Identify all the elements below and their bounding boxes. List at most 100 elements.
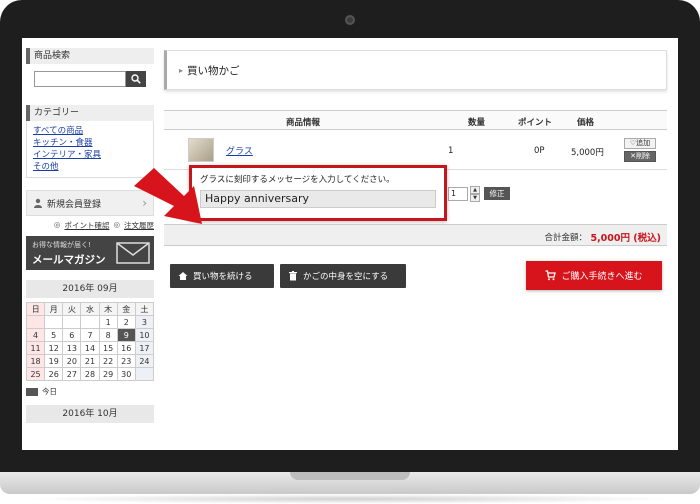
calendar-day	[44, 315, 64, 329]
search-input[interactable]	[34, 71, 126, 87]
calendar-week: 25 26 27 28 29 30	[25, 367, 155, 381]
search-row	[34, 71, 154, 87]
cart-icon	[545, 270, 557, 281]
calendar-day: 13	[62, 341, 82, 355]
category-link-interior[interactable]: インテリア・家具	[33, 149, 153, 161]
calendar-week: 4 5 6 7 8 9 10	[25, 328, 155, 342]
add-button[interactable]: ♡追加	[624, 138, 656, 149]
calendar-day: 7	[80, 328, 100, 342]
laptop-notch	[290, 472, 410, 480]
calendar-title: 2016年 09月	[26, 280, 154, 298]
total-value: 5,000円 (税込)	[590, 233, 661, 244]
item-quantity: 1	[448, 146, 454, 156]
legend-today-label: 今日	[42, 387, 57, 396]
calendar-day: 3	[134, 315, 155, 329]
weekday: 水	[80, 302, 100, 316]
bullet-icon: ◎	[113, 220, 120, 229]
total-bar: 合計金額： 5,000円 (税込)	[164, 224, 667, 246]
product-name-link[interactable]: グラス	[226, 144, 253, 157]
clear-cart-button[interactable]: かごの中身を空にする	[280, 264, 406, 288]
calendar-day: 17	[134, 341, 155, 355]
calendar-day	[80, 315, 100, 329]
weekday: 土	[134, 302, 155, 316]
trash-icon	[289, 271, 297, 281]
continue-shopping-label: 買い物を続ける	[193, 272, 253, 282]
checkout-label: ご購入手続きへ進む	[561, 272, 643, 282]
update-quantity-button[interactable]: 修正	[484, 187, 510, 200]
red-arrow-icon	[134, 168, 202, 224]
calendar-day: 30	[116, 367, 136, 381]
calendar-week: 18 19 20 21 22 23 24	[25, 354, 155, 368]
user-icon	[34, 198, 42, 208]
col-qty-header: 数量	[468, 118, 486, 128]
calendar-day: 6	[62, 328, 82, 342]
engraving-message-label: グラスに刻印するメッセージを入力してください。	[200, 175, 395, 185]
weekday: 日	[25, 302, 46, 316]
home-icon	[178, 272, 188, 280]
quantity-stepper[interactable]: 1	[448, 187, 468, 201]
calendar-day: 5	[44, 328, 64, 342]
col-point-header: ポイント	[518, 118, 553, 128]
spin-up-icon[interactable]: ▲	[470, 186, 480, 194]
search-heading: 商品検索	[26, 48, 154, 64]
calendar-weekdays: 日 月 火 水 木 金 土	[25, 302, 155, 316]
calendar: 日 月 火 水 木 金 土 1 2 3 4 5 6 7 8 9 10 11 12…	[25, 302, 155, 381]
bullet-icon: ◎	[53, 220, 61, 229]
category-link-all[interactable]: すべての商品	[33, 125, 153, 137]
calendar-day: 18	[25, 354, 46, 368]
envelope-icon	[116, 242, 150, 264]
point-link[interactable]: ポイント確認	[64, 220, 109, 231]
weekday: 月	[44, 302, 64, 316]
quantity-spinner: ▲ ▼	[470, 186, 480, 202]
screen: 商品検索 カテゴリー すべての商品 キッチン・食器 インテリア・家具 その他 新…	[22, 38, 678, 450]
item-price: 5,000円	[571, 148, 604, 158]
checkout-button[interactable]: ご購入手続きへ進む	[526, 261, 662, 290]
product-thumbnail[interactable]	[188, 138, 214, 162]
calendar-day: 12	[44, 341, 64, 355]
calendar-day: 4	[25, 328, 46, 342]
delete-label: 削除	[635, 152, 650, 160]
calendar-day: 15	[98, 341, 118, 355]
category-heading: カテゴリー	[26, 105, 154, 121]
clear-cart-label: かごの中身を空にする	[303, 272, 389, 282]
engraving-message-input[interactable]: Happy anniversary	[200, 190, 436, 208]
calendar-day: 22	[98, 354, 118, 368]
calendar-day-today: 9	[116, 328, 136, 342]
calendar-day: 29	[98, 367, 118, 381]
item-points: 0P	[534, 146, 545, 156]
calendar-day: 1	[98, 315, 118, 329]
add-label: 追加	[636, 139, 651, 147]
total-label: 合計金額：	[544, 233, 587, 243]
calendar-day: 27	[62, 367, 82, 381]
engraving-message-box: グラスに刻印するメッセージを入力してください。 Happy anniversar…	[189, 165, 447, 221]
calendar-day: 26	[44, 367, 64, 381]
calendar-day: 11	[25, 341, 46, 355]
calendar-day: 25	[25, 367, 46, 381]
today-swatch	[26, 387, 38, 396]
page-title-box: ▸ 買い物かご	[164, 50, 667, 90]
weekday: 金	[116, 302, 136, 316]
calendar-week: 1 2 3	[25, 315, 155, 329]
calendar-day	[134, 367, 155, 381]
mail-magazine-banner[interactable]: お得な情報が届く! メールマガジン	[26, 236, 154, 270]
continue-shopping-button[interactable]: 買い物を続ける	[170, 264, 274, 288]
calendar-day: 28	[80, 367, 100, 381]
search-button[interactable]	[126, 71, 146, 87]
category-link-kitchen[interactable]: キッチン・食器	[33, 137, 153, 149]
delete-button[interactable]: ✕削除	[624, 151, 656, 162]
cart-table-header: 商品情報 数量 ポイント 価格	[164, 110, 667, 130]
calendar-day: 21	[80, 354, 100, 368]
calendar-week: 11 12 13 14 15 16 17	[25, 341, 155, 355]
search-icon	[131, 74, 141, 84]
col-item-header: 商品情報	[286, 118, 321, 128]
calendar-day: 23	[116, 354, 136, 368]
calendar-day	[25, 315, 46, 329]
calendar-day: 2	[116, 315, 136, 329]
member-register-label: 新規会員登録	[47, 199, 102, 210]
col-price-header: 価格	[577, 118, 595, 128]
spin-down-icon[interactable]: ▼	[470, 194, 480, 202]
calendar-day: 10	[134, 328, 155, 342]
camera-icon	[345, 15, 355, 25]
calendar-day: 14	[80, 341, 100, 355]
calendar-day: 16	[116, 341, 136, 355]
